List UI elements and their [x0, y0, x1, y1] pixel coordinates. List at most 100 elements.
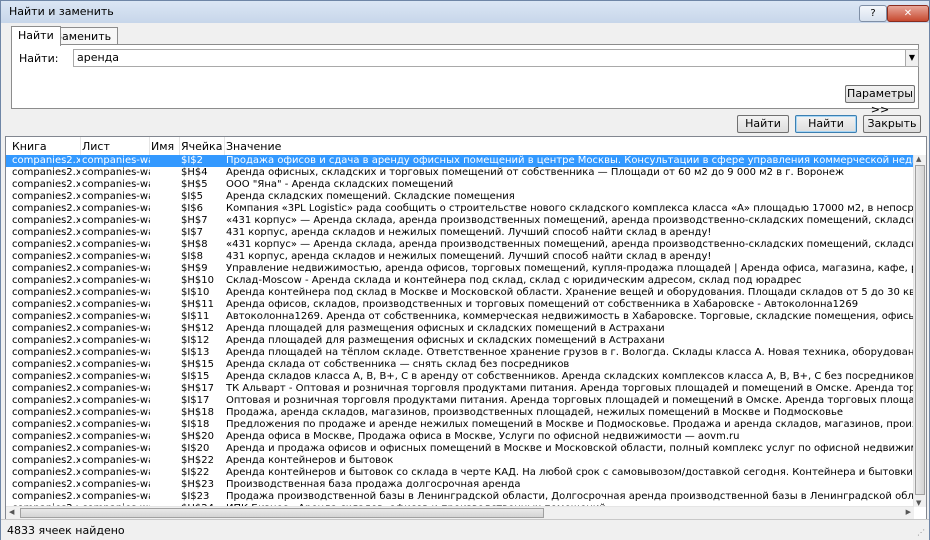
- scroll-right-icon[interactable]: ▶: [906, 508, 911, 516]
- cell-book: companies2.xlsx: [12, 467, 80, 478]
- table-row[interactable]: companies2.xlsxcompanies-war... $H$7 «431 …: [6, 215, 914, 227]
- scroll-left-icon[interactable]: ◀: [9, 508, 14, 516]
- tab-find[interactable]: Найти: [11, 26, 61, 46]
- cell-ref: $H$15: [181, 359, 214, 370]
- close-button[interactable]: Закрыть: [863, 115, 921, 133]
- cell-value: 431 корпус, аренда складов и нежилых пом…: [226, 251, 712, 262]
- table-row[interactable]: companies2.xlsxcompanies-war... $I$12 Арен…: [6, 335, 914, 347]
- cell-value: ТК Альварт - Оптовая и розничная торговл…: [226, 383, 914, 394]
- cell-value: Аренда контейнеров и бытовок: [226, 455, 394, 466]
- table-row[interactable]: companies2.xlsxcompanies-war... $I$18 Пред…: [6, 419, 914, 431]
- cell-book: companies2.xlsx: [12, 167, 80, 178]
- table-row[interactable]: companies2.xlsxcompanies-war... $H$5 ООО "…: [6, 179, 914, 191]
- column-divider[interactable]: [179, 137, 180, 155]
- cell-sheet: companies-war...: [82, 191, 150, 202]
- cell-sheet: companies-war...: [82, 371, 150, 382]
- table-row[interactable]: companies2.xlsxcompanies-war... $I$10 Арен…: [6, 287, 914, 299]
- table-row[interactable]: companies2.xlsxcompanies-war... $I$7 431 к…: [6, 227, 914, 239]
- table-row[interactable]: companies2.xlsxcompanies-war... $H$15 Арен…: [6, 359, 914, 371]
- grid-header: Книга Лист Имя Ячейка Значение: [6, 137, 926, 156]
- table-row[interactable]: companies2.xlsxcompanies-war... $H$18 Прод…: [6, 407, 914, 419]
- cell-sheet: companies-war...: [82, 155, 150, 166]
- column-header-sheet[interactable]: Лист: [82, 140, 110, 153]
- column-divider[interactable]: [80, 137, 81, 155]
- find-panel: Найти: аренда ▼ Параметры >>: [11, 44, 919, 116]
- close-window-button[interactable]: ✕: [887, 5, 929, 22]
- cell-sheet: companies-war...: [82, 167, 150, 178]
- cell-ref: $H$8: [181, 239, 208, 250]
- cell-sheet: companies-war...: [82, 251, 150, 262]
- horizontal-scrollbar[interactable]: ◀ ▶: [6, 506, 914, 519]
- cell-value: Аренда площадей на тёплом складе. Ответс…: [226, 347, 914, 358]
- find-next-button[interactable]: Найти далее: [795, 115, 857, 146]
- table-row[interactable]: companies2.xlsxcompanies-war... $H$10 Скла…: [6, 275, 914, 287]
- table-row[interactable]: companies2.xlsxcompanies-war... $H$22 Арен…: [6, 455, 914, 467]
- table-row[interactable]: companies2.xlsxcompanies-war... $I$13 Арен…: [6, 347, 914, 359]
- table-row[interactable]: companies2.xlsxcompanies-war... $H$12 Арен…: [6, 323, 914, 335]
- table-row[interactable]: companies2.xlsxcompanies-war... $I$6 Компа…: [6, 203, 914, 215]
- cell-value: Продажа, аренда складов, магазинов, прои…: [226, 407, 844, 418]
- cell-value: Продажа производственной базы в Ленингра…: [226, 491, 914, 502]
- resize-grip-icon[interactable]: ⋰: [917, 528, 927, 538]
- table-row[interactable]: companies2.xlsxcompanies-war... $I$23 Прод…: [6, 491, 914, 503]
- table-row[interactable]: companies2.xlsxcompanies-war... $I$5 Аренд…: [6, 191, 914, 203]
- table-row[interactable]: companies2.xlsxcompanies-war... $H$20 Арен…: [6, 431, 914, 443]
- cell-book: companies2.xlsx: [12, 251, 80, 262]
- cell-sheet: companies-war...: [82, 359, 150, 370]
- status-bar: 4833 ячеек найдено ⋰: [1, 519, 929, 540]
- title-bar[interactable]: Найти и заменить ? ✕: [1, 1, 929, 23]
- cell-book: companies2.xlsx: [12, 311, 80, 322]
- cell-book: companies2.xlsx: [12, 287, 80, 298]
- table-row[interactable]: companies2.xlsxcompanies-war... $I$8 431 к…: [6, 251, 914, 263]
- cell-ref: $I$2: [181, 155, 204, 166]
- cell-ref: $I$12: [181, 335, 210, 346]
- cell-sheet: companies-war...: [82, 323, 150, 334]
- column-header-book[interactable]: Книга: [12, 140, 47, 153]
- cell-sheet: companies-war...: [82, 215, 150, 226]
- help-button[interactable]: ?: [859, 5, 887, 22]
- results-grid: Книга Лист Имя Ячейка Значение companies…: [5, 136, 927, 520]
- table-row[interactable]: companies2.xlsxcompanies-war... $H$9 Управ…: [6, 263, 914, 275]
- column-divider[interactable]: [224, 137, 225, 155]
- find-input[interactable]: аренда: [73, 49, 907, 67]
- column-header-value[interactable]: Значение: [226, 140, 281, 153]
- options-button[interactable]: Параметры >>: [845, 85, 915, 116]
- table-row[interactable]: companies2.xlsxcompanies-war... $I$15 Арен…: [6, 371, 914, 383]
- vertical-scroll-thumb[interactable]: [915, 165, 925, 495]
- cell-book: companies2.xlsx: [12, 479, 80, 490]
- cell-book: companies2.xlsx: [12, 155, 80, 166]
- table-row[interactable]: companies2.xlsxcompanies-war... $H$23 Прои…: [6, 479, 914, 491]
- chevron-down-icon[interactable]: ▼: [905, 49, 919, 67]
- table-row[interactable]: companies2.xlsxcompanies-war... $I$22 Арен…: [6, 467, 914, 479]
- cell-book: companies2.xlsx: [12, 371, 80, 382]
- column-header-name[interactable]: Имя: [151, 140, 174, 153]
- column-header-cell[interactable]: Ячейка: [181, 140, 222, 153]
- vertical-scrollbar[interactable]: ▲ ▼: [913, 155, 926, 507]
- table-row[interactable]: companies2.xlsxcompanies-war... $H$11 Арен…: [6, 299, 914, 311]
- table-row[interactable]: companies2.xlsxcompanies-war... $H$17 ТК А…: [6, 383, 914, 395]
- cell-ref: $H$12: [181, 323, 214, 334]
- window-title: Найти и заменить: [9, 5, 114, 18]
- cell-ref: $I$17: [181, 395, 210, 406]
- cell-sheet: companies-war...: [82, 239, 150, 250]
- cell-book: companies2.xlsx: [12, 263, 80, 274]
- scroll-up-icon[interactable]: ▲: [916, 155, 921, 163]
- scroll-down-icon[interactable]: ▼: [916, 499, 921, 507]
- table-row[interactable]: companies2.xlsxcompanies-war... $I$20 Арен…: [6, 443, 914, 455]
- cell-ref: $I$13: [181, 347, 210, 358]
- cell-book: companies2.xlsx: [12, 203, 80, 214]
- cell-book: companies2.xlsx: [12, 443, 80, 454]
- table-row[interactable]: companies2.xlsxcompanies-war... $I$2 Прода…: [6, 155, 914, 167]
- horizontal-scroll-thumb[interactable]: [20, 508, 544, 518]
- column-divider[interactable]: [149, 137, 150, 155]
- table-row[interactable]: companies2.xlsxcompanies-war... $H$4 Аренд…: [6, 167, 914, 179]
- table-row[interactable]: companies2.xlsxcompanies-war... $H$8 «431 …: [6, 239, 914, 251]
- cell-sheet: companies-war...: [82, 275, 150, 286]
- cell-sheet: companies-war...: [82, 455, 150, 466]
- cell-ref: $I$6: [181, 203, 204, 214]
- cell-value: Аренда склада от собственника — снять ск…: [226, 359, 570, 370]
- table-row[interactable]: companies2.xlsxcompanies-war... $I$17 Опто…: [6, 395, 914, 407]
- cell-ref: $H$18: [181, 407, 214, 418]
- find-all-button[interactable]: Найти все: [737, 115, 789, 146]
- table-row[interactable]: companies2.xlsxcompanies-war... $I$11 Авто…: [6, 311, 914, 323]
